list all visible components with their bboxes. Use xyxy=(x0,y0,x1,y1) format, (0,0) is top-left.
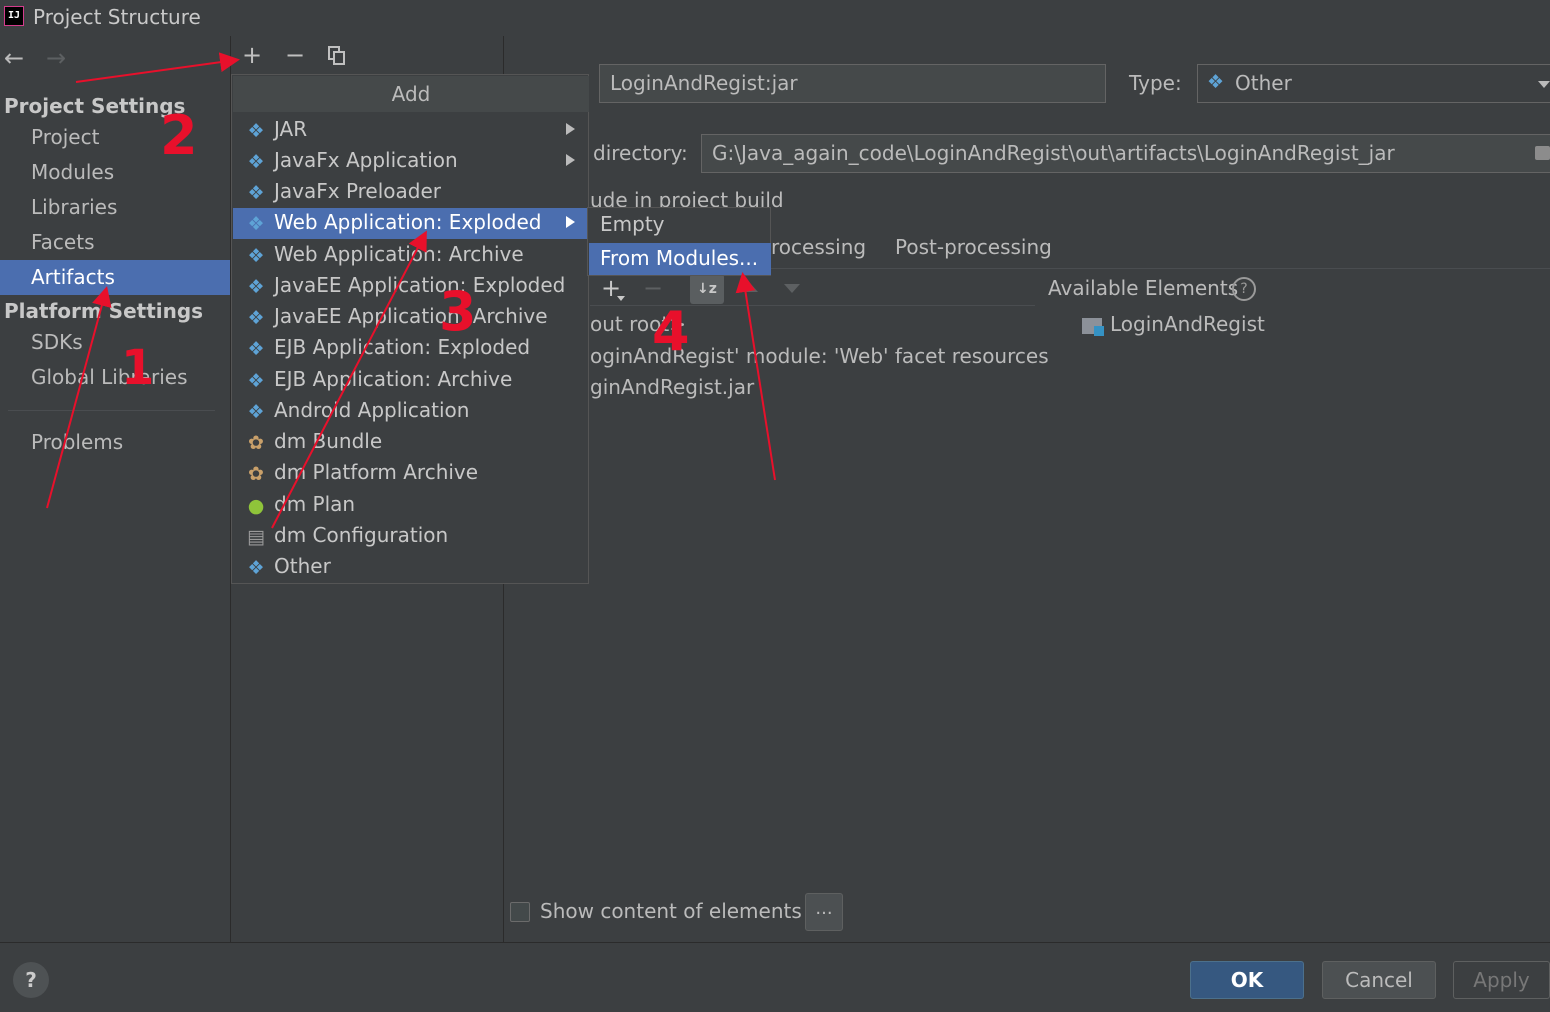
output-directory-label: directory: xyxy=(593,141,688,165)
available-item-loginandregist[interactable]: LoginAndRegist xyxy=(1110,312,1265,336)
bundle-archive-icon: ✿ xyxy=(248,463,264,485)
annotation-step-1: 1 xyxy=(121,340,155,396)
show-content-options-button[interactable]: ... xyxy=(805,893,843,931)
show-content-checkbox[interactable] xyxy=(510,902,530,922)
menu-item-web-application-archive[interactable]: ❖ Web Application: Archive xyxy=(233,240,589,271)
submenu-item-empty[interactable]: Empty xyxy=(589,209,771,241)
sidebar-item-modules[interactable]: Modules xyxy=(31,160,114,184)
module-folder-icon xyxy=(1082,316,1104,336)
available-elements-label: Available Elements xyxy=(1048,276,1239,300)
menu-item-dm-plan[interactable]: ● dm Plan xyxy=(233,490,589,521)
type-value: Other xyxy=(1235,71,1292,95)
apply-button[interactable]: Apply xyxy=(1453,961,1550,999)
plus-icon[interactable]: + xyxy=(242,41,262,69)
menu-item-dm-configuration[interactable]: ▤ dm Configuration xyxy=(233,521,589,552)
sidebar-item-libraries[interactable]: Libraries xyxy=(31,195,117,219)
output-directory-input[interactable]: G:\Java_again_code\LoginAndRegist\out\ar… xyxy=(701,134,1550,173)
chevron-down-icon xyxy=(617,296,625,301)
sidebar-item-facets[interactable]: Facets xyxy=(31,230,95,254)
sidebar-item-problems[interactable]: Problems xyxy=(31,430,123,454)
window-title: Project Structure xyxy=(33,5,201,29)
artifact-diamond-icon: ❖ xyxy=(247,120,265,142)
dialog-button-bar xyxy=(0,942,1550,1012)
menu-item-dm-platform-archive[interactable]: ✿ dm Platform Archive xyxy=(233,458,589,489)
add-menu-header: Add xyxy=(233,76,589,112)
arrow-down-icon[interactable] xyxy=(784,284,800,293)
title-bar: IJ Project Structure xyxy=(0,0,1550,36)
tab-post-processing[interactable]: Post-processing xyxy=(895,235,1052,259)
artifact-diamond-icon: ❖ xyxy=(1207,71,1225,93)
platform-settings-header: Platform Settings xyxy=(4,299,204,323)
minus-icon[interactable]: − xyxy=(643,274,663,302)
help-circle-icon[interactable]: ? xyxy=(1232,277,1256,301)
copy-icon[interactable] xyxy=(328,46,346,66)
help-button[interactable]: ? xyxy=(13,962,49,998)
add-artifact-menu: Add ❖ JAR ❖ JavaFx Application ❖ JavaFx Pre… xyxy=(231,74,589,584)
arrow-up-icon[interactable] xyxy=(742,283,758,292)
menu-item-web-application-exploded[interactable]: ❖ Web Application: Exploded xyxy=(233,208,589,239)
folder-icon[interactable] xyxy=(1535,146,1550,160)
minus-icon[interactable]: − xyxy=(285,41,305,69)
chevron-down-icon xyxy=(1538,81,1550,88)
annotation-step-3: 3 xyxy=(439,280,477,343)
menu-item-jar[interactable]: ❖ JAR xyxy=(233,115,589,146)
artifact-diamond-icon: ❖ xyxy=(247,370,265,392)
javaee-artifact-icon: ❖ xyxy=(247,307,265,329)
artifact-diamond-icon: ❖ xyxy=(247,182,265,204)
sidebar-item-global-libraries[interactable]: Global Libraries xyxy=(31,365,188,389)
sidebar-item-sdks[interactable]: SDKs xyxy=(31,330,83,354)
artifact-name-input[interactable]: LoginAndRegist:jar xyxy=(599,64,1106,103)
project-settings-header: Project Settings xyxy=(4,94,186,118)
menu-item-dm-bundle[interactable]: ✿ dm Bundle xyxy=(233,427,589,458)
artifact-diamond-icon: ❖ xyxy=(247,338,265,360)
arrow-right-icon[interactable]: → xyxy=(46,44,66,72)
javaee-artifact-icon: ❖ xyxy=(247,276,265,298)
menu-item-ejb-application-exploded[interactable]: ❖ EJB Application: Exploded xyxy=(233,333,589,364)
tab-pre-processing[interactable]: rocessing xyxy=(771,235,866,259)
ok-button[interactable]: OK xyxy=(1190,961,1304,999)
plan-icon: ● xyxy=(247,495,265,517)
sidebar-item-project[interactable]: Project xyxy=(31,125,99,149)
show-content-label[interactable]: Show content of elements xyxy=(540,899,802,923)
sort-icon[interactable]: ↓z xyxy=(690,274,724,304)
menu-item-other[interactable]: ❖ Other xyxy=(233,552,589,583)
menu-item-javaee-application-archive[interactable]: ❖ JavaEE Application: Archive xyxy=(233,302,589,333)
artifact-diamond-icon: ❖ xyxy=(247,401,265,423)
cancel-button[interactable]: Cancel xyxy=(1322,961,1436,999)
type-label: Type: xyxy=(1129,71,1182,95)
intellij-idea-icon: IJ xyxy=(4,6,24,26)
type-combobox[interactable]: ❖ Other xyxy=(1197,64,1550,103)
menu-item-javafx-application[interactable]: ❖ JavaFx Application xyxy=(233,146,589,177)
menu-item-android-application[interactable]: ❖ Android Application xyxy=(233,396,589,427)
config-file-icon: ▤ xyxy=(247,526,265,548)
menu-item-javaee-application-exploded[interactable]: ❖ JavaEE Application: Exploded xyxy=(233,271,589,302)
annotation-step-4: 4 xyxy=(652,300,690,363)
arrow-left-icon[interactable]: ← xyxy=(4,44,24,72)
submenu-arrow-icon xyxy=(566,154,575,166)
submenu-arrow-icon xyxy=(566,123,575,135)
menu-item-javafx-preloader[interactable]: ❖ JavaFx Preloader xyxy=(233,177,589,208)
artifact-diamond-icon: ❖ xyxy=(247,151,265,173)
web-exploded-submenu: Empty From Modules... xyxy=(587,207,771,276)
annotation-step-2: 2 xyxy=(160,104,198,167)
bundle-icon: ✿ xyxy=(248,432,264,454)
sidebar-item-artifacts[interactable]: Artifacts xyxy=(31,265,115,289)
menu-item-ejb-application-archive[interactable]: ❖ EJB Application: Archive xyxy=(233,365,589,396)
artifact-diamond-icon: ❖ xyxy=(247,557,265,579)
tree-item-jar[interactable]: ginAndRegist.jar xyxy=(590,375,754,399)
web-artifact-icon: ❖ xyxy=(247,245,265,267)
web-artifact-icon: ❖ xyxy=(247,213,265,235)
sidebar-divider xyxy=(8,410,215,411)
submenu-arrow-icon xyxy=(566,216,575,228)
submenu-item-from-modules[interactable]: From Modules... xyxy=(589,243,771,275)
